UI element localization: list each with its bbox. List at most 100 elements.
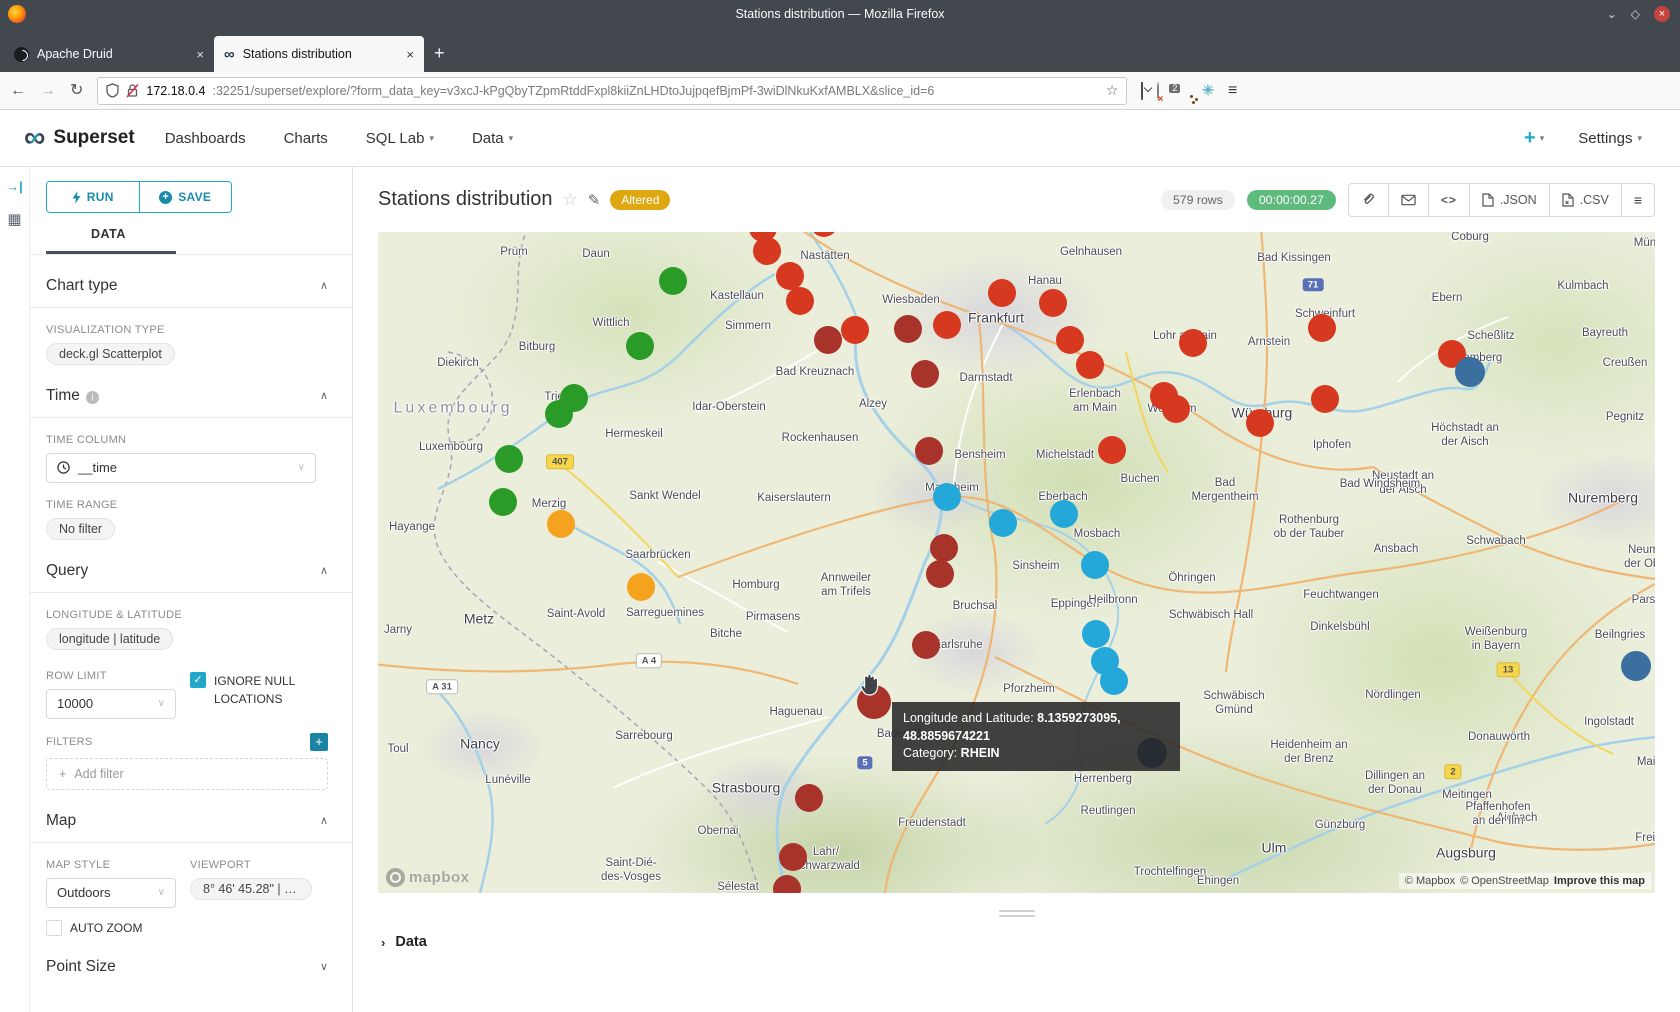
map-point[interactable] (795, 784, 823, 812)
forward-icon[interactable]: → (40, 83, 56, 99)
map-point[interactable] (915, 437, 943, 465)
email-button[interactable] (1388, 184, 1428, 216)
map-point[interactable] (926, 560, 954, 588)
map-point[interactable] (786, 287, 814, 315)
map-point[interactable] (912, 631, 940, 659)
run-button[interactable]: RUN (47, 182, 139, 212)
tracking-shield-icon[interactable] (106, 83, 119, 98)
map-point[interactable] (1455, 357, 1485, 387)
tab-apache-druid[interactable]: Apache Druid × (4, 36, 214, 72)
viz-type-pill[interactable]: deck.gl Scatterplot (46, 343, 175, 365)
map-point[interactable] (753, 237, 781, 265)
password-extension-icon[interactable] (1157, 84, 1159, 98)
map-point[interactable] (547, 510, 575, 538)
lonlat-pill[interactable]: longitude | latitude (46, 628, 173, 650)
more-options-button[interactable]: ≡ (1621, 184, 1654, 216)
tab-close-icon[interactable]: × (196, 47, 204, 62)
expand-panel-icon[interactable]: →| (6, 179, 23, 194)
attribution-osm[interactable]: © OpenStreetMap (1460, 875, 1549, 887)
checkbox-unchecked-icon[interactable] (46, 920, 62, 936)
export-csv-button[interactable]: .CSV (1549, 184, 1621, 216)
map-point[interactable] (1082, 620, 1110, 648)
map-point[interactable] (1100, 667, 1128, 695)
data-section-toggle[interactable]: › Data (353, 920, 1680, 950)
map-point[interactable] (779, 843, 807, 871)
viewport-pill[interactable]: 8° 46' 45.28" | 49... (190, 878, 312, 900)
map-point[interactable] (1081, 551, 1109, 579)
section-header-chart-type[interactable]: Chart type ∧ (46, 277, 328, 307)
map-point[interactable] (1621, 651, 1651, 681)
map-point[interactable] (1308, 314, 1336, 342)
add-filter-plus-button[interactable]: + (310, 733, 328, 751)
export-json-button[interactable]: .JSON (1469, 184, 1549, 216)
map-point[interactable] (814, 326, 842, 354)
map-point[interactable] (776, 262, 804, 290)
datasource-grid-icon[interactable]: ▦ (7, 210, 21, 228)
section-header-query[interactable]: Query ∧ (46, 562, 328, 592)
map-point[interactable] (659, 267, 687, 295)
extension-asterisk-icon[interactable]: ✳ (1201, 83, 1214, 98)
minimize-icon[interactable]: ⌄ (1607, 8, 1617, 20)
map-point[interactable] (489, 488, 517, 516)
map-point[interactable] (1050, 500, 1078, 528)
ignore-null-checkbox-row[interactable]: ✓ IGNORE NULL LOCATIONS (190, 672, 320, 719)
map-point[interactable] (1056, 326, 1084, 354)
map-point[interactable] (545, 400, 573, 428)
map-point[interactable] (989, 509, 1017, 537)
map-point[interactable] (1076, 351, 1104, 379)
map-point[interactable] (1162, 395, 1190, 423)
map-point[interactable] (627, 573, 655, 601)
nav-item-sql-lab[interactable]: SQL Lab▾ (366, 130, 434, 147)
superset-logo[interactable]: ∞ Superset (24, 126, 135, 150)
edit-properties-icon[interactable]: ✎ (588, 191, 601, 209)
map-point[interactable] (933, 483, 961, 511)
map-canvas[interactable]: Longitude and Latitude: 8.1359273095, 48… (378, 232, 1655, 893)
altered-badge[interactable]: Altered (610, 190, 670, 210)
map-point[interactable] (1179, 329, 1207, 357)
bookmark-star-icon[interactable]: ☆ (1106, 82, 1119, 99)
settings-menu[interactable]: Settings▾ (1578, 130, 1642, 147)
map-point[interactable] (930, 534, 958, 562)
panel-resize-handle[interactable] (999, 907, 1035, 920)
map-point[interactable] (894, 315, 922, 343)
map-point[interactable] (1039, 289, 1067, 317)
attribution-mapbox[interactable]: © Mapbox (1405, 875, 1455, 887)
embed-code-button[interactable]: <> (1428, 184, 1469, 216)
close-icon[interactable]: × (1654, 6, 1670, 22)
tab-stations-distribution[interactable]: ∞ Stations distribution × (214, 36, 424, 72)
nav-item-charts[interactable]: Charts (284, 130, 328, 147)
insecure-lock-icon[interactable] (126, 83, 139, 98)
map-point[interactable] (495, 445, 523, 473)
map-point[interactable] (988, 279, 1016, 307)
favorite-star-icon[interactable]: ☆ (563, 190, 578, 210)
section-header-point-size[interactable]: Point Size ∨ (46, 958, 328, 988)
row-limit-select[interactable]: 10000 ∨ (46, 689, 176, 719)
map-point[interactable] (626, 332, 654, 360)
time-column-select[interactable]: __time ∨ (46, 453, 316, 483)
mapbox-logo[interactable]: mapbox (386, 868, 470, 887)
maximize-icon[interactable]: ◇ (1631, 8, 1640, 20)
map-point[interactable] (1246, 409, 1274, 437)
reload-icon[interactable]: ↻ (70, 83, 83, 99)
url-bar[interactable]: 172.18.0.4 :32251/superset/explore/?form… (97, 77, 1127, 105)
new-tab-button[interactable]: + (434, 43, 445, 64)
improve-map-link[interactable]: Improve this map (1554, 875, 1645, 887)
map-point[interactable] (933, 311, 961, 339)
map-point[interactable] (841, 316, 869, 344)
hamburger-menu-icon[interactable]: ≡ (1228, 82, 1237, 100)
nav-item-dashboards[interactable]: Dashboards (165, 130, 246, 147)
map-point[interactable] (911, 360, 939, 388)
add-filter-box[interactable]: + Add filter (46, 758, 328, 790)
checkbox-checked-icon[interactable]: ✓ (190, 672, 206, 688)
nav-item-data[interactable]: Data▾ (472, 130, 513, 147)
section-header-map[interactable]: Map ∧ (46, 812, 328, 842)
auto-zoom-checkbox-row[interactable]: AUTO ZOOM (46, 920, 328, 936)
share-link-button[interactable] (1349, 184, 1388, 216)
tab-data[interactable]: DATA (46, 227, 328, 254)
time-range-pill[interactable]: No filter (46, 518, 115, 540)
map-point[interactable] (1098, 436, 1126, 464)
back-icon[interactable]: ← (10, 83, 26, 99)
save-button[interactable]: + SAVE (139, 182, 232, 212)
map-style-select[interactable]: Outdoors ∨ (46, 878, 176, 908)
map-point[interactable] (1311, 385, 1339, 413)
